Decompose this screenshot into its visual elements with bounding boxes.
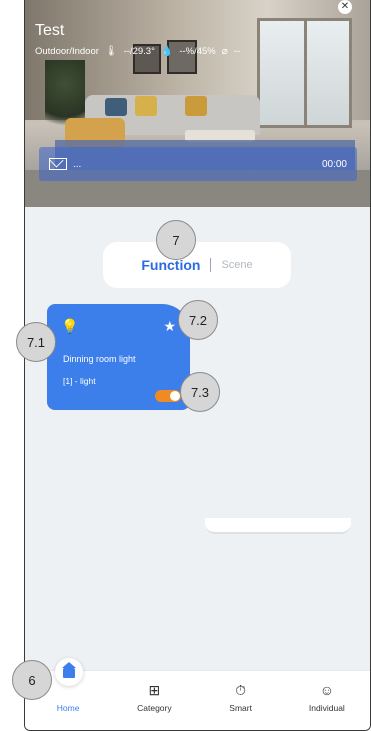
nav-individual-label: Individual xyxy=(308,703,345,713)
smart-icon: ⏱ xyxy=(235,682,247,698)
phone-screen: Test Outdoor/Indoor 🌡 --/29.3° 💧 --%/45%… xyxy=(24,0,371,731)
temperature-value: --/29.3° xyxy=(123,46,155,57)
message-time: 00:00 xyxy=(321,158,347,170)
light-bulb-icon: 💡 xyxy=(61,318,79,334)
nav-home-label: Home xyxy=(56,703,80,713)
function-scene-tabs: Function Scene xyxy=(103,242,291,288)
nav-smart[interactable]: ⏱ Smart xyxy=(206,681,276,713)
device-power-toggle[interactable] xyxy=(155,390,181,402)
placeholder-card xyxy=(205,518,351,534)
thermometer-icon: 🌡 xyxy=(104,46,118,57)
favorite-star-icon[interactable]: ★ xyxy=(163,318,176,335)
env-label: Outdoor/Indoor xyxy=(35,46,99,57)
device-card[interactable]: 💡 ★ Dinning room light [1] - light xyxy=(47,304,190,410)
callout-7-1: 7.1 xyxy=(16,322,56,362)
nav-smart-label: Smart xyxy=(229,703,252,713)
close-icon[interactable]: ✕ xyxy=(338,0,352,14)
callout-7-3: 7.3 xyxy=(180,372,220,412)
room-header-image: Test Outdoor/Indoor 🌡 --/29.3° 💧 --%/45%… xyxy=(25,0,370,207)
device-name: Dinning room light xyxy=(63,354,136,364)
nav-individual[interactable]: ☺ Individual xyxy=(292,681,362,713)
tab-scene[interactable]: Scene xyxy=(221,259,252,271)
environment-readout: Outdoor/Indoor 🌡 --/29.3° 💧 --%/45% ⌀ -- xyxy=(35,46,240,57)
callout-6: 6 xyxy=(12,660,52,700)
device-type: [1] - light xyxy=(63,376,96,386)
nav-category-label: Category xyxy=(137,703,172,713)
home-title: Test xyxy=(35,22,65,39)
tab-divider xyxy=(210,258,212,272)
air-value: -- xyxy=(233,46,241,57)
category-icon: ⊞ xyxy=(148,682,161,698)
humidity-icon: 💧 xyxy=(160,46,174,57)
humidity-value: --%/45% xyxy=(179,46,216,57)
callout-7-2: 7.2 xyxy=(178,300,218,340)
callout-7: 7 xyxy=(156,220,196,260)
mail-icon xyxy=(49,158,67,170)
air-icon: ⌀ xyxy=(221,46,228,57)
nav-category[interactable]: ⊞ Category xyxy=(119,681,189,713)
home-icon[interactable] xyxy=(55,658,83,686)
message-bar[interactable]: ... 00:00 xyxy=(39,147,357,181)
toggle-knob xyxy=(170,391,180,401)
message-text: ... xyxy=(73,158,82,170)
user-icon: ☺ xyxy=(319,682,335,698)
